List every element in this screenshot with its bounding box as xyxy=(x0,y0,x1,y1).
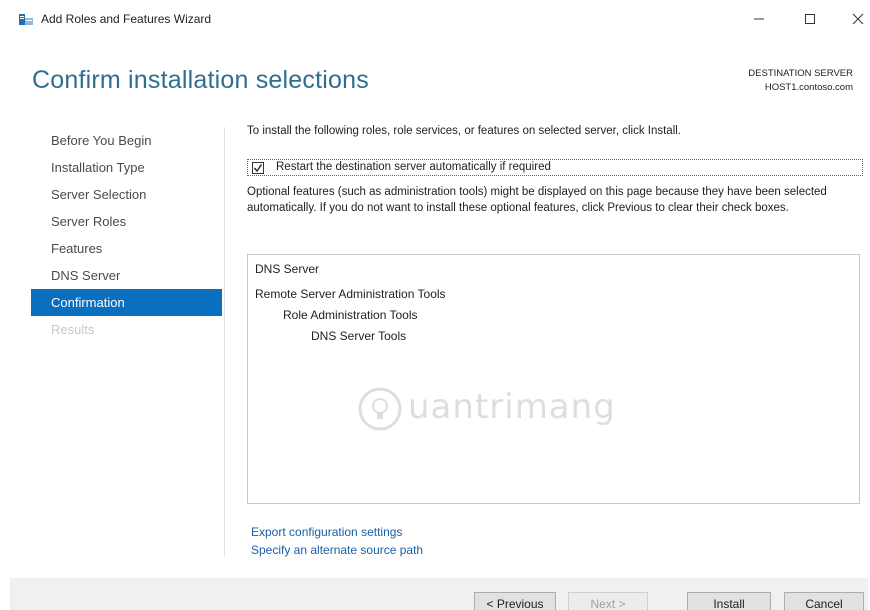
destination-label: DESTINATION SERVER xyxy=(748,68,853,79)
title-bar: Add Roles and Features Wizard xyxy=(0,0,870,40)
selection-item-dns-server: DNS Server xyxy=(255,262,320,276)
nav-item-installation-type[interactable]: Installation Type xyxy=(31,154,222,181)
nav-item-before-you-begin[interactable]: Before You Begin xyxy=(31,127,222,154)
nav-item-server-roles[interactable]: Server Roles xyxy=(31,208,222,235)
optional-features-note: Optional features (such as administratio… xyxy=(247,186,827,214)
minimize-button[interactable] xyxy=(744,8,774,30)
links-section: Export configuration settings Specify an… xyxy=(251,523,423,559)
wizard-steps-nav: Before You Begin Installation Type Serve… xyxy=(31,127,222,343)
cancel-button[interactable]: Cancel xyxy=(784,592,864,610)
lightbulb-icon xyxy=(358,387,402,431)
maximize-icon xyxy=(805,14,815,24)
watermark-logo: uantrimang xyxy=(356,383,656,433)
restart-label[interactable]: Restart the destination server automatic… xyxy=(276,161,551,173)
nav-item-features[interactable]: Features xyxy=(31,235,222,262)
watermark-text: uantrimang xyxy=(408,387,616,427)
intro-text: To install the following roles, role ser… xyxy=(247,125,681,137)
destination-server-name: HOST1.contoso.com xyxy=(764,82,853,93)
window-title: Add Roles and Features Wizard xyxy=(41,12,212,26)
selections-list: DNS Server Remote Server Administration … xyxy=(247,254,860,504)
selection-item-role-admin-tools: Role Administration Tools xyxy=(283,308,418,322)
restart-checkbox[interactable] xyxy=(252,162,264,174)
checkmark-icon xyxy=(253,164,263,173)
nav-item-results: Results xyxy=(51,322,95,337)
nav-item-server-selection[interactable]: Server Selection xyxy=(31,181,222,208)
install-button[interactable]: Install xyxy=(687,592,771,610)
maximize-button[interactable] xyxy=(795,8,825,30)
close-button[interactable] xyxy=(843,8,870,30)
server-manager-icon xyxy=(19,14,33,25)
footer-bar: < Previous Next > Install Cancel xyxy=(10,578,868,610)
destination-server-info: DESTINATION SERVER HOST1.contoso.com xyxy=(748,67,853,95)
next-button: Next > xyxy=(568,592,648,610)
page-title: Confirm installation selections xyxy=(32,66,369,94)
nav-item-dns-server[interactable]: DNS Server xyxy=(31,262,222,289)
export-configuration-link[interactable]: Export configuration settings xyxy=(251,523,423,541)
restart-checkbox-row[interactable]: Restart the destination server automatic… xyxy=(247,159,863,176)
close-icon xyxy=(852,13,864,25)
main-content: To install the following roles, role ser… xyxy=(247,125,865,557)
selection-item-rsat: Remote Server Administration Tools xyxy=(255,287,446,301)
nav-item-confirmation[interactable]: Confirmation xyxy=(31,289,222,316)
previous-button[interactable]: < Previous xyxy=(474,592,556,610)
nav-divider xyxy=(224,127,225,557)
minimize-icon xyxy=(754,18,764,20)
alternate-source-path-link[interactable]: Specify an alternate source path xyxy=(251,541,423,559)
selection-item-dns-server-tools: DNS Server Tools xyxy=(311,329,407,343)
